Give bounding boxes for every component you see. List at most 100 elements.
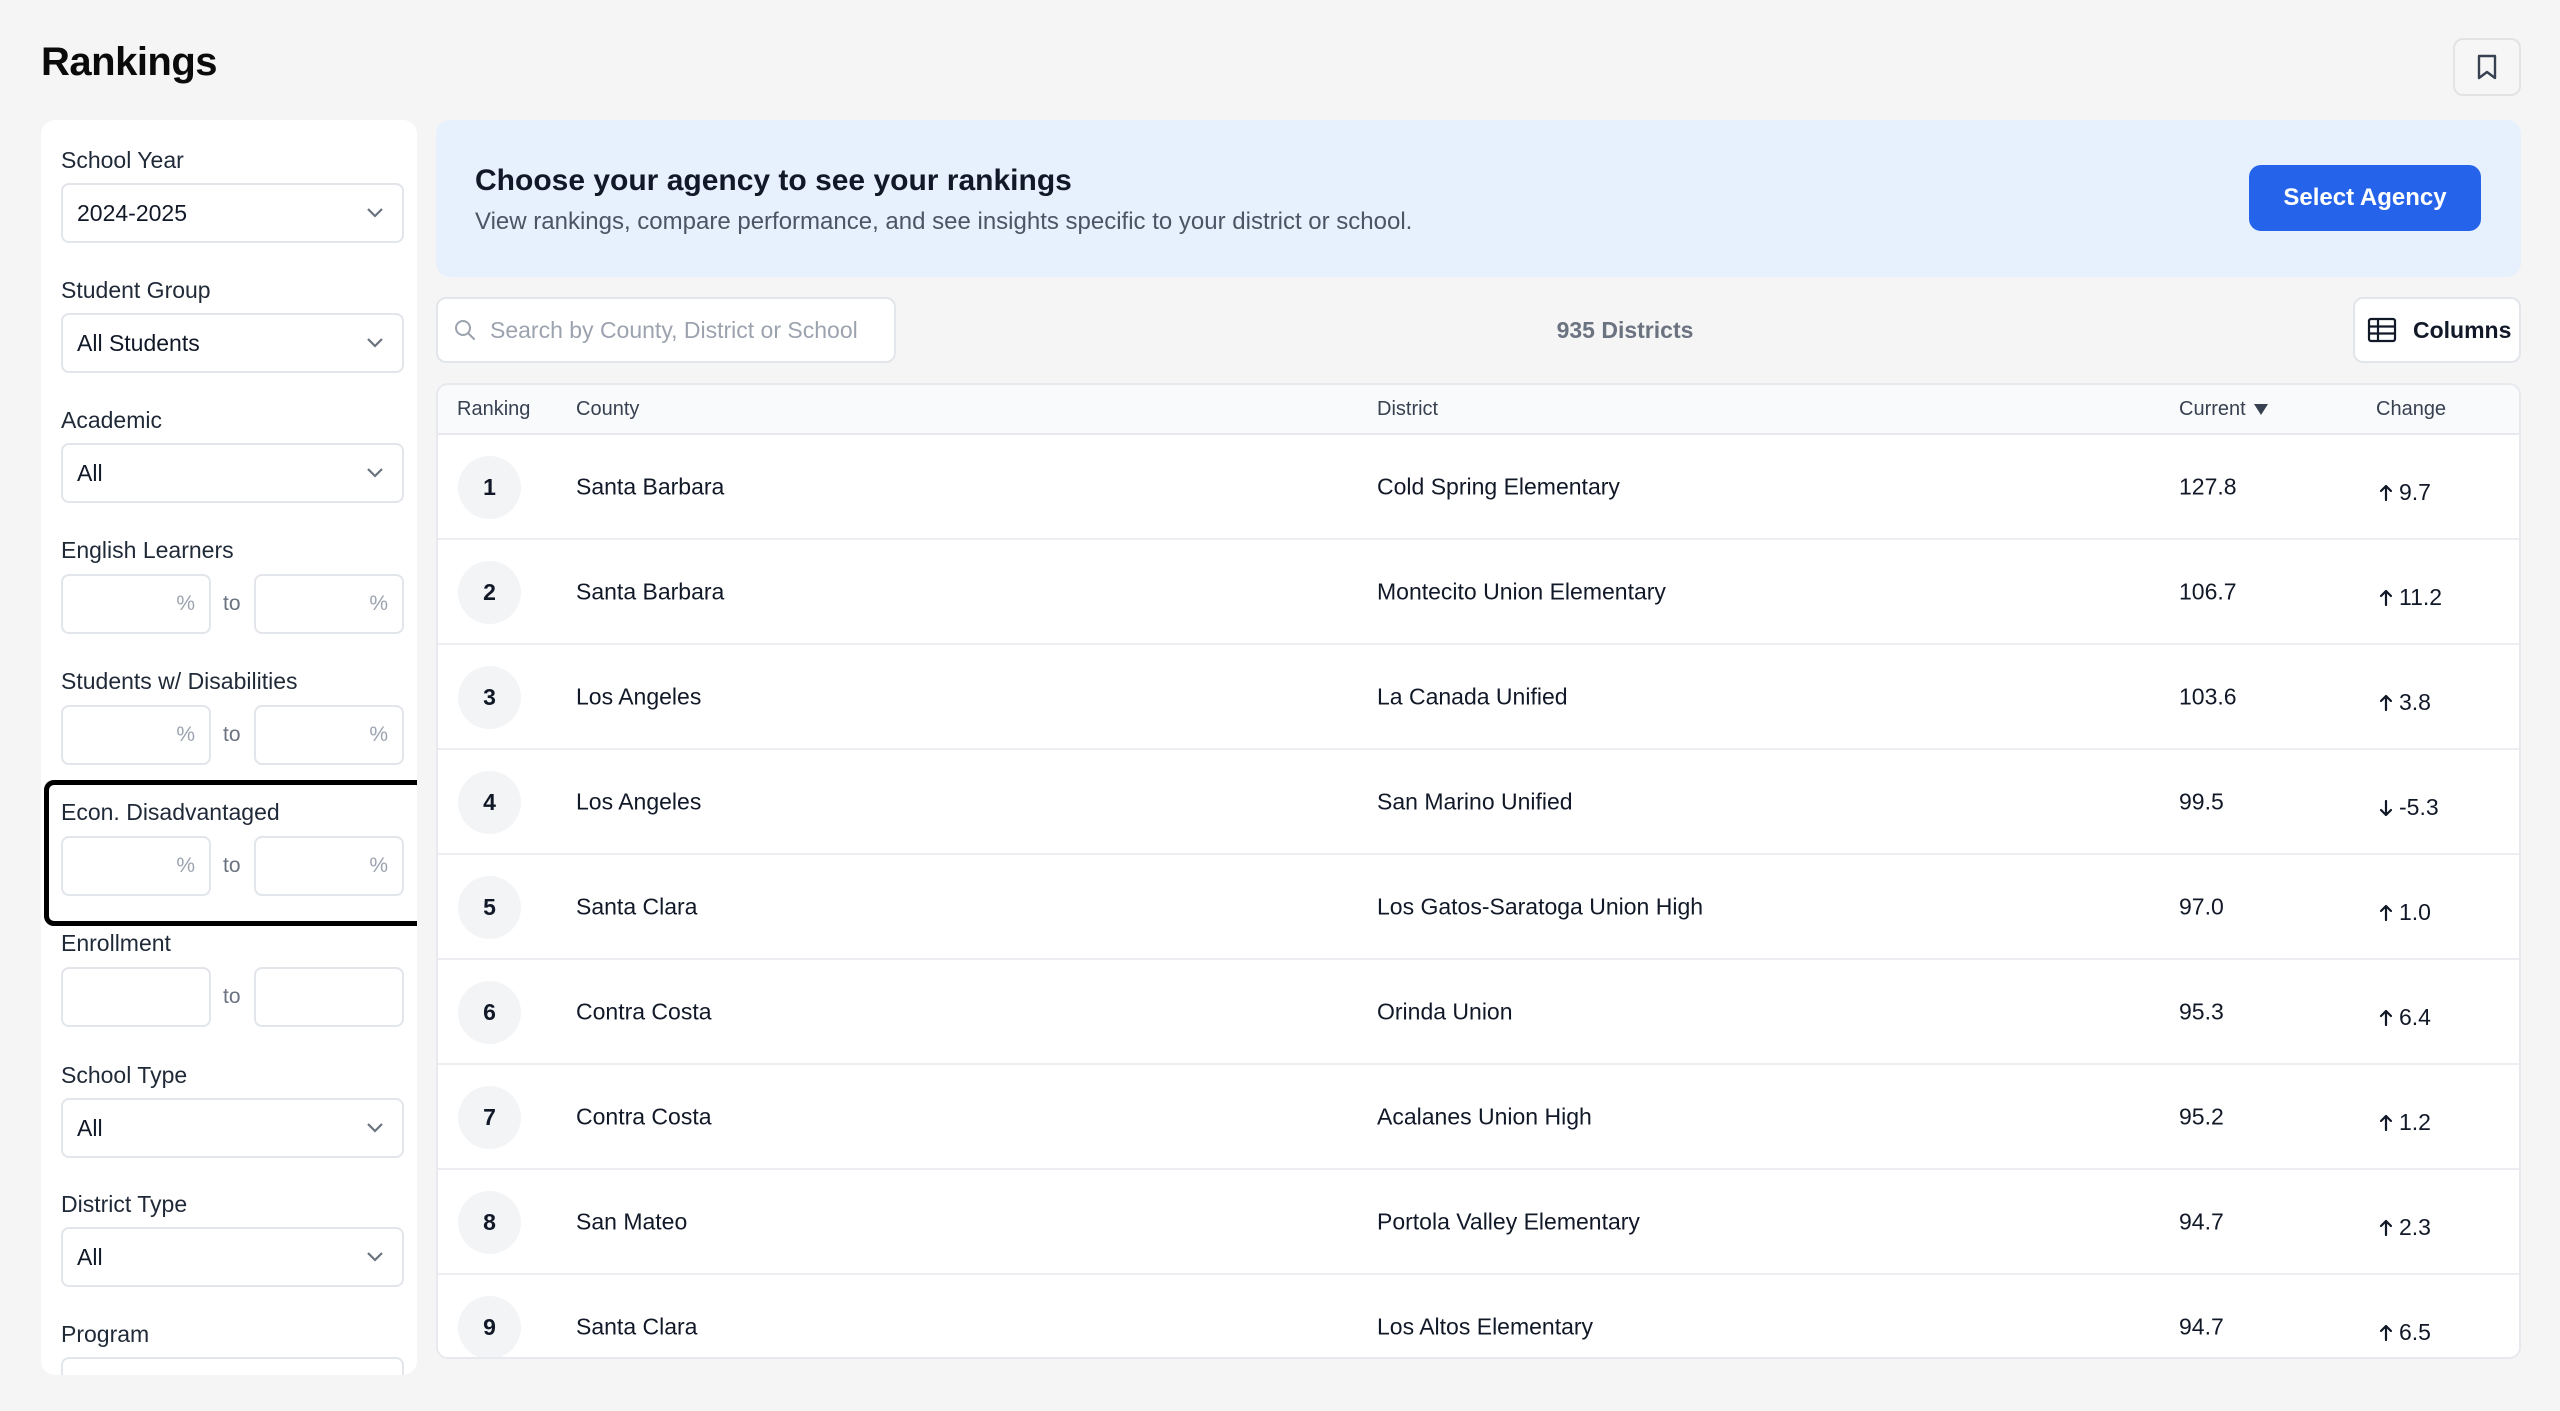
school-year-select[interactable]: 2024-2025: [61, 183, 404, 243]
county-cell: San Mateo: [576, 1208, 688, 1234]
table-row[interactable]: 5 Santa Clara Los Gatos-Saratoga Union Hig…: [438, 855, 2519, 960]
header-change[interactable]: Change: [2376, 398, 2446, 421]
school-type-value: All: [77, 1114, 103, 1141]
county-cell: Santa Clara: [576, 1313, 698, 1339]
arrow-up-icon: [2379, 694, 2393, 711]
school-type-select[interactable]: All: [61, 1098, 404, 1158]
academic-select[interactable]: All: [61, 443, 404, 503]
english-learners-label: English Learners: [61, 537, 234, 563]
change-value: -5.3: [2399, 794, 2439, 820]
econ-disadvantaged-range: % to %: [61, 836, 404, 896]
english-learners-min-input[interactable]: %: [61, 574, 211, 634]
current-cell: 106.7: [2179, 578, 2237, 604]
current-cell: 94.7: [2179, 1208, 2224, 1234]
current-cell: 95.3: [2179, 998, 2224, 1024]
header-ranking[interactable]: Ranking: [457, 398, 530, 421]
enrollment-min-input[interactable]: [61, 967, 211, 1027]
district-type-value: All: [77, 1243, 103, 1270]
arrow-up-icon: [2379, 1219, 2393, 1236]
district-cell[interactable]: San Marino Unified: [1377, 788, 1573, 815]
select-agency-button[interactable]: Select Agency: [2249, 165, 2481, 231]
table-row[interactable]: 4 Los Angeles San Marino Unified 99.5 -5.3: [438, 750, 2519, 855]
chevron-down-icon: [367, 468, 383, 478]
search-box[interactable]: [436, 297, 896, 363]
percent-unit: %: [369, 592, 388, 615]
enrollment-label: Enrollment: [61, 930, 171, 956]
student-group-select[interactable]: All Students: [61, 313, 404, 373]
econ-disadvantaged-max-input[interactable]: %: [254, 836, 404, 896]
students-disabilities-range: % to %: [61, 705, 404, 765]
table-icon: [2367, 317, 2397, 343]
bookmark-button[interactable]: [2453, 38, 2521, 96]
rank-badge: 7: [458, 1086, 521, 1149]
rank-badge: 6: [458, 981, 521, 1044]
header-county[interactable]: County: [576, 398, 639, 421]
search-input[interactable]: [490, 316, 870, 344]
search-icon: [455, 320, 475, 340]
chevron-down-icon: [367, 208, 383, 218]
county-cell: Los Angeles: [576, 683, 702, 709]
table-row[interactable]: 9 Santa Clara Los Altos Elementary 94.7 6.5: [438, 1275, 2519, 1357]
current-cell: 103.6: [2179, 683, 2237, 709]
enrollment-max-input[interactable]: [254, 967, 404, 1027]
rank-badge: 5: [458, 876, 521, 939]
students-disabilities-min-input[interactable]: %: [61, 705, 211, 765]
table-row[interactable]: 6 Contra Costa Orinda Union 95.3 6.4: [438, 960, 2519, 1065]
table-row[interactable]: 8 San Mateo Portola Valley Elementary 94.7 2…: [438, 1170, 2519, 1275]
range-to-label: to: [223, 592, 241, 615]
district-cell[interactable]: Acalanes Union High: [1377, 1103, 1592, 1130]
rank-badge: 1: [458, 456, 521, 519]
arrow-up-icon: [2379, 484, 2393, 501]
district-type-select[interactable]: All: [61, 1227, 404, 1287]
table-row[interactable]: 2 Santa Barbara Montecito Union Elementary…: [438, 540, 2519, 645]
change-value: 6.5: [2399, 1319, 2431, 1345]
county-cell: Santa Barbara: [576, 473, 725, 499]
chevron-down-icon: [367, 1123, 383, 1133]
columns-button[interactable]: Columns: [2353, 297, 2521, 363]
district-cell[interactable]: Cold Spring Elementary: [1377, 473, 1620, 500]
current-cell: 97.0: [2179, 893, 2224, 919]
header-current[interactable]: Current: [2179, 398, 2268, 421]
range-to-label: to: [223, 723, 241, 746]
district-cell[interactable]: Los Altos Elementary: [1377, 1313, 1593, 1340]
district-cell[interactable]: La Canada Unified: [1377, 683, 1568, 710]
district-cell[interactable]: Orinda Union: [1377, 998, 1513, 1025]
county-cell: Santa Clara: [576, 893, 698, 919]
table-row[interactable]: 3 Los Angeles La Canada Unified 103.6 3.8: [438, 645, 2519, 750]
table-row[interactable]: 7 Contra Costa Acalanes Union High 95.2 1.2: [438, 1065, 2519, 1170]
district-cell[interactable]: Montecito Union Elementary: [1377, 578, 1666, 605]
chevron-down-icon: [367, 338, 383, 348]
county-cell: Contra Costa: [576, 1103, 712, 1129]
change-value: 3.8: [2399, 689, 2431, 715]
sort-desc-icon: [2253, 403, 2268, 415]
percent-unit: %: [176, 854, 195, 877]
econ-disadvantaged-min-input[interactable]: %: [61, 836, 211, 896]
change-value: 1.2: [2399, 1109, 2431, 1135]
academic-value: All: [77, 459, 103, 486]
table-row[interactable]: 1 Santa Barbara Cold Spring Elementary 127.…: [438, 435, 2519, 540]
school-year-label: School Year: [61, 147, 184, 173]
arrow-up-icon: [2379, 1324, 2393, 1341]
arrow-down-icon: [2379, 799, 2393, 816]
program-select[interactable]: [61, 1357, 404, 1375]
district-cell[interactable]: Los Gatos-Saratoga Union High: [1377, 893, 1703, 920]
district-count: 935 Districts: [1556, 317, 1694, 343]
district-cell[interactable]: Portola Valley Elementary: [1377, 1208, 1640, 1235]
arrow-up-icon: [2379, 1009, 2393, 1026]
arrow-up-icon: [2379, 589, 2393, 606]
english-learners-max-input[interactable]: %: [254, 574, 404, 634]
header-district[interactable]: District: [1377, 398, 1438, 421]
school-year-value: 2024-2025: [77, 199, 187, 226]
table-header: Ranking County District Current Change: [438, 385, 2519, 435]
students-disabilities-label: Students w/ Disabilities: [61, 668, 298, 694]
change-value: 2.3: [2399, 1214, 2431, 1240]
student-group-value: All Students: [77, 329, 200, 356]
econ-disadvantaged-label: Econ. Disadvantaged: [61, 799, 280, 825]
current-cell: 127.8: [2179, 473, 2237, 499]
students-disabilities-max-input[interactable]: %: [254, 705, 404, 765]
academic-label: Academic: [61, 407, 162, 433]
county-cell: Los Angeles: [576, 788, 702, 814]
change-cell: 6.5: [2379, 1319, 2431, 1346]
chevron-down-icon: [367, 1252, 383, 1262]
change-cell: 9.7: [2379, 479, 2431, 506]
